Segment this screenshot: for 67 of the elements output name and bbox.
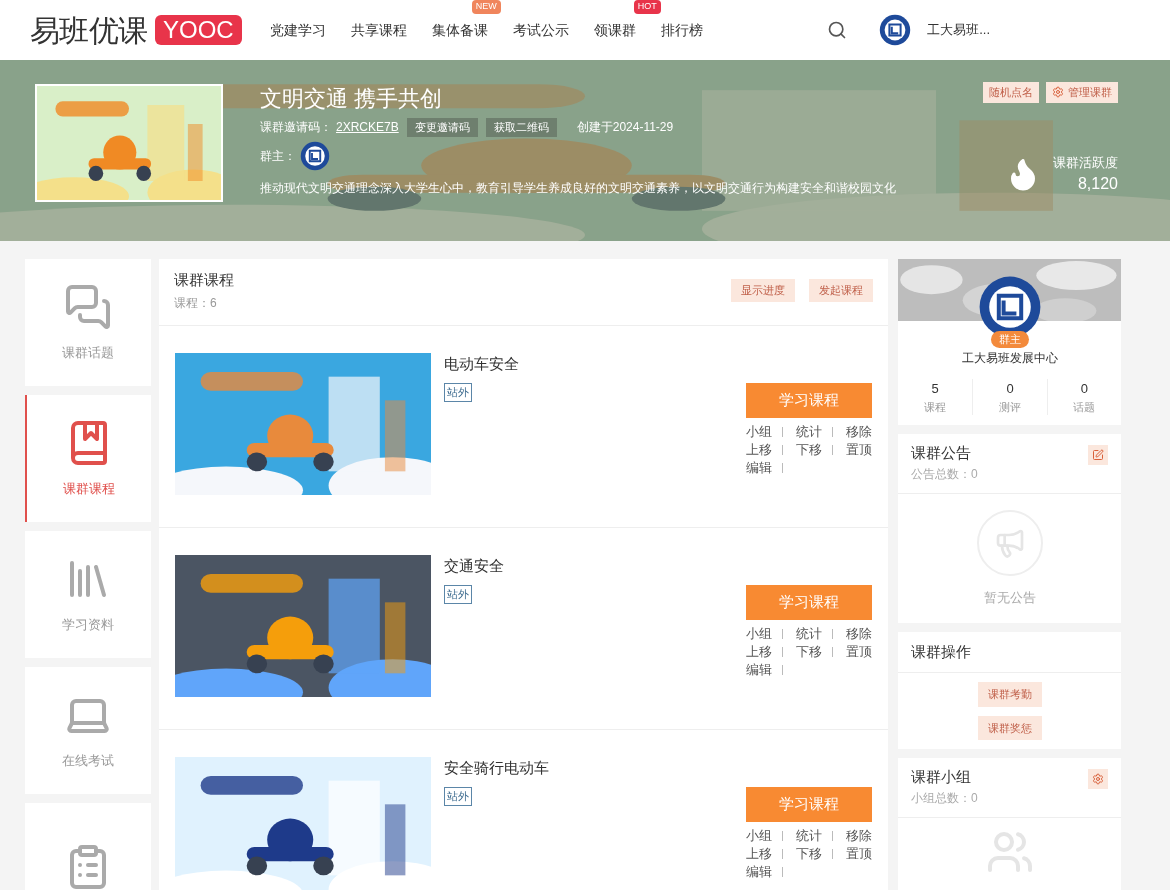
course-action-link[interactable]: 移除 xyxy=(846,826,872,845)
course-action-link[interactable]: 编辑 xyxy=(746,862,772,881)
section-title: 课群课程 xyxy=(174,270,234,290)
course-action-link[interactable]: 小组 xyxy=(746,422,772,441)
course-action-link[interactable]: 置顶 xyxy=(846,844,872,863)
course-action-link[interactable]: 移除 xyxy=(846,422,872,441)
panel-title: 课群小组 xyxy=(911,767,972,787)
course-action-link[interactable]: 下移 xyxy=(796,440,822,459)
nav-link[interactable]: 共享课程 xyxy=(350,22,407,38)
panel-title: 课群公告 xyxy=(911,443,972,463)
course-tag: 站外 xyxy=(444,585,472,604)
course-action-link[interactable]: 置顶 xyxy=(846,440,872,459)
stat-value: 0 xyxy=(1080,380,1088,398)
course-action-link[interactable]: 编辑 xyxy=(746,660,772,679)
nav-link[interactable]: 排行榜 xyxy=(660,22,703,38)
course-action-link[interactable]: 下移 xyxy=(796,844,822,863)
nav-badge: HOT xyxy=(633,0,661,14)
stat-label: 测评 xyxy=(999,399,1021,415)
header-button[interactable]: 发起课程 xyxy=(809,279,873,302)
nav-badge: NEW xyxy=(471,0,501,14)
edit-button[interactable] xyxy=(1088,445,1108,465)
megaphone-icon xyxy=(976,509,1043,576)
course-action-link[interactable]: 小组 xyxy=(746,624,772,643)
sidebar-item[interactable]: 课群课程 xyxy=(25,395,151,522)
course-tag: 站外 xyxy=(444,383,472,402)
course-action-link[interactable]: 下移 xyxy=(796,642,822,661)
course-count: 课程：6 xyxy=(174,294,218,312)
header-button[interactable]: 显示进度 xyxy=(731,279,795,302)
logo-text[interactable]: 易班优课 xyxy=(30,7,147,53)
settings-button[interactable] xyxy=(1088,769,1108,789)
edit-icon xyxy=(1092,449,1104,461)
panel-title: 课群操作 xyxy=(911,643,971,660)
user-name[interactable]: 工大易班... xyxy=(927,20,990,40)
stat-label: 话题 xyxy=(1073,399,1096,415)
course-action-link[interactable]: 置顶 xyxy=(846,642,872,661)
nav-link[interactable]: 考试公示 xyxy=(512,22,569,38)
group-count: 小组总数：0 xyxy=(911,789,978,807)
search-icon[interactable] xyxy=(827,20,848,40)
course-title[interactable]: 电动车安全 xyxy=(444,352,519,375)
empty-notice-text: 暂无公告 xyxy=(983,588,1036,607)
logo-badge[interactable]: YOOC xyxy=(155,15,242,45)
course-tag: 站外 xyxy=(444,787,472,806)
course-action-link[interactable]: 小组 xyxy=(746,826,772,845)
course-action-link[interactable]: 统计 xyxy=(796,826,822,845)
settings-icon xyxy=(1092,773,1104,785)
course-title[interactable]: 交通安全 xyxy=(444,554,504,577)
user-avatar xyxy=(879,14,912,46)
role-badge: 群主 xyxy=(990,331,1029,348)
stat-value: 0 xyxy=(1006,380,1014,398)
chat-icon xyxy=(64,282,112,331)
owner-name: 工大易班发展中心 xyxy=(961,351,1058,365)
notice-count: 公告总数：0 xyxy=(911,465,978,483)
course-action-link[interactable]: 统计 xyxy=(796,624,822,643)
course-title[interactable]: 安全骑行电动车 xyxy=(444,756,549,779)
nav-link[interactable]: 集体备课 xyxy=(431,22,488,38)
stat-value: 5 xyxy=(931,380,939,398)
operation-button[interactable]: 课群考勤 xyxy=(977,682,1042,707)
operation-button[interactable]: 课群奖惩 xyxy=(977,715,1042,740)
nav-link[interactable]: 党建学习 xyxy=(269,22,326,38)
course-action-link[interactable]: 上移 xyxy=(746,440,772,459)
course-action-link[interactable]: 统计 xyxy=(796,422,822,441)
course-action-link[interactable]: 上移 xyxy=(746,642,772,661)
course-action-link[interactable]: 上移 xyxy=(746,844,772,863)
stat-label: 课程 xyxy=(924,399,947,415)
course-action-link[interactable]: 编辑 xyxy=(746,458,772,477)
course-action-link[interactable]: 移除 xyxy=(846,624,872,643)
nav-link[interactable]: 领课群 xyxy=(593,22,636,38)
